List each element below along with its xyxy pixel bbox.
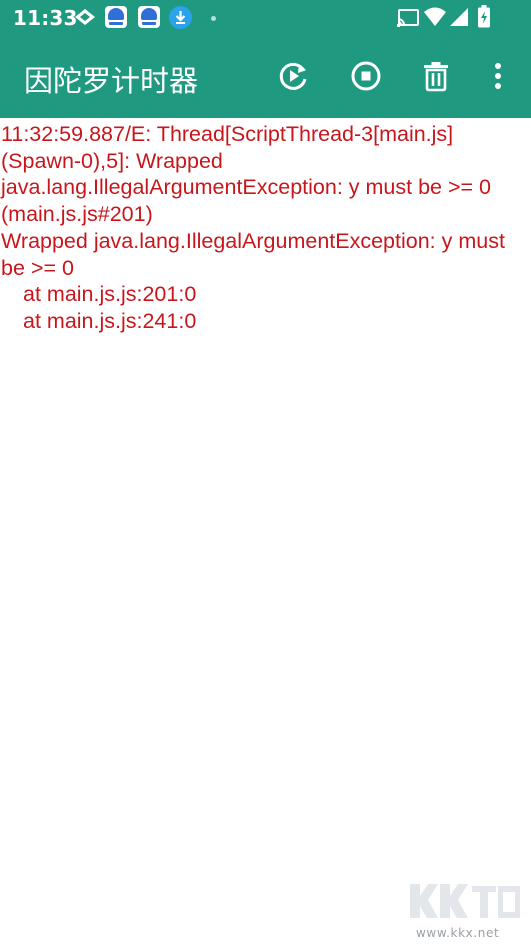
log-line: at main.js.js:241:0 [23, 308, 197, 333]
cast-icon [396, 8, 420, 32]
app-badge-icon [138, 6, 160, 28]
watermark-logo-icon [400, 880, 525, 926]
log-line: Wrapped java.lang.IllegalArgumentExcepti… [1, 228, 511, 280]
status-time: 11:33 [13, 6, 78, 30]
wifi-icon [423, 7, 447, 31]
watermark: www.kkx.net [400, 880, 525, 940]
log-line: 11:32:59.887/E: Thread[ScriptThread-3[ma… [1, 122, 497, 227]
rerun-icon [277, 59, 311, 97]
status-bar: 11:33 [0, 0, 531, 36]
log-line: at main.js.js:201:0 [23, 282, 197, 307]
stop-button[interactable] [346, 58, 386, 98]
stop-icon [350, 60, 382, 96]
log-output: 11:32:59.887/E: Thread[ScriptThread-3[ma… [1, 121, 529, 335]
cellular-icon [449, 7, 469, 31]
watermark-domain: www.kkx.net [416, 926, 500, 940]
screen: 11:33 因陀罗计时器 11:32:59.887/E: Thread[Scri… [0, 0, 531, 944]
download-icon [169, 6, 192, 29]
notification-dot-icon [211, 16, 216, 21]
toolbar: 因陀罗计时器 [0, 36, 531, 118]
signal-arrows-icon [73, 8, 97, 32]
delete-icon [421, 60, 451, 96]
battery-charging-icon [478, 5, 490, 32]
delete-button[interactable] [416, 58, 456, 98]
app-badge-icon [105, 6, 127, 28]
overflow-menu-icon [494, 62, 502, 94]
overflow-menu-button[interactable] [478, 58, 518, 98]
rerun-button[interactable] [274, 58, 314, 98]
app-title: 因陀罗计时器 [24, 64, 199, 98]
